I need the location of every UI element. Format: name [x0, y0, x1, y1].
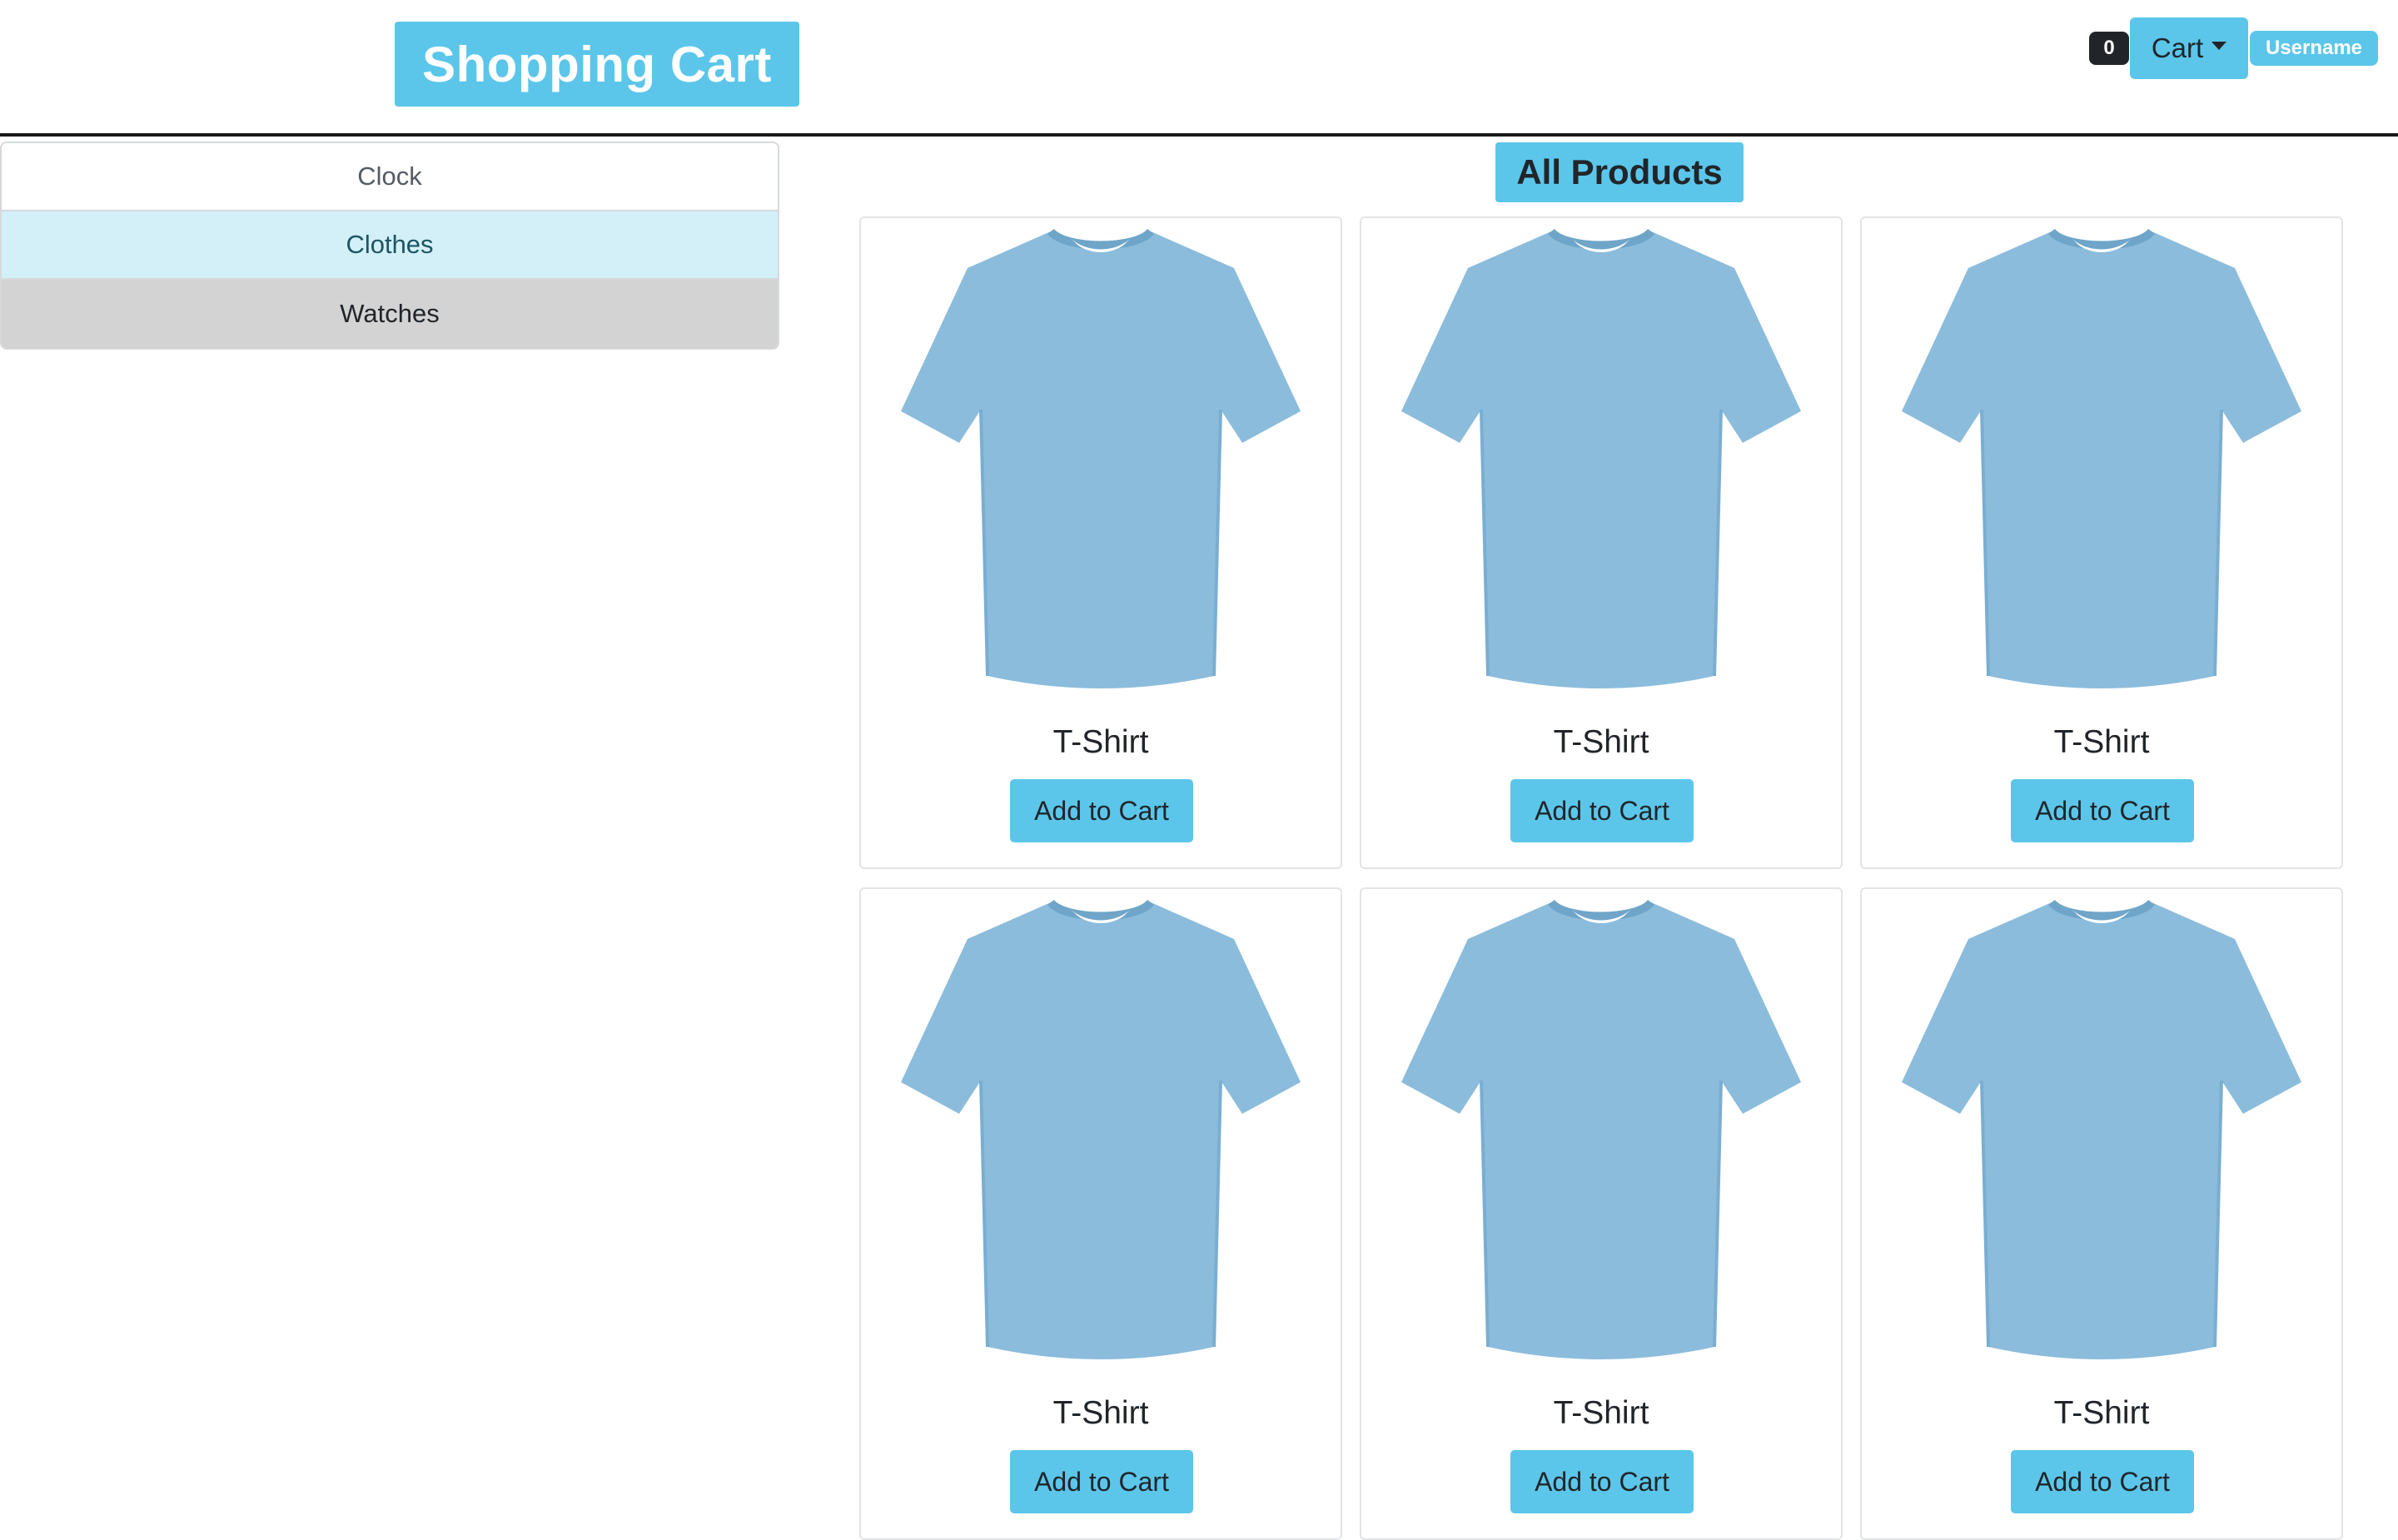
category-item-watches[interactable]: Watches [2, 280, 778, 348]
product-card: T-Shirt Add to Cart [1360, 887, 1843, 1540]
product-card: T-Shirt Add to Cart [1360, 216, 1843, 869]
product-name: T-Shirt [1052, 724, 1149, 760]
cart-dropdown-button[interactable]: Cart [2130, 17, 2248, 79]
t-shirt-image[interactable] [1395, 891, 1808, 1370]
t-shirt-image[interactable] [1895, 220, 2308, 699]
product-name: T-Shirt [1553, 724, 1649, 760]
add-to-cart-button[interactable]: Add to Cart [2011, 779, 2194, 842]
add-to-cart-button[interactable]: Add to Cart [1010, 779, 1193, 842]
cart-count-badge: 0 [2089, 32, 2129, 65]
product-name: T-Shirt [1553, 1395, 1649, 1431]
top-navbar: Shopping Cart 0 Cart Username [0, 0, 2398, 137]
add-to-cart-button[interactable]: Add to Cart [1510, 1450, 1694, 1513]
cart-label: Cart [2151, 32, 2204, 63]
page-title: All Products [1495, 142, 1744, 202]
t-shirt-image[interactable] [894, 220, 1307, 699]
product-name: T-Shirt [1052, 1395, 1149, 1431]
t-shirt-image[interactable] [894, 891, 1307, 1370]
category-list: Clock Clothes Watches [0, 142, 779, 350]
category-item-clock[interactable]: Clock [2, 143, 778, 211]
username-badge[interactable]: Username [2250, 31, 2378, 66]
t-shirt-image[interactable] [1395, 220, 1808, 699]
product-card: T-Shirt Add to Cart [1860, 887, 2343, 1540]
product-card: T-Shirt Add to Cart [859, 887, 1342, 1540]
product-name: T-Shirt [2053, 724, 2150, 760]
product-card: T-Shirt Add to Cart [1860, 216, 2343, 869]
t-shirt-image[interactable] [1895, 891, 2308, 1370]
add-to-cart-button[interactable]: Add to Cart [2011, 1450, 2194, 1513]
category-item-clothes[interactable]: Clothes [2, 211, 778, 280]
caret-down-icon [2211, 42, 2227, 50]
product-card: T-Shirt Add to Cart [859, 216, 1342, 869]
add-to-cart-button[interactable]: Add to Cart [1510, 779, 1694, 842]
product-grid: T-Shirt Add to Cart T-Shirt Add to Cart … [859, 216, 2346, 1540]
add-to-cart-button[interactable]: Add to Cart [1010, 1450, 1193, 1513]
product-name: T-Shirt [2053, 1395, 2150, 1431]
brand-button[interactable]: Shopping Cart [395, 22, 799, 107]
